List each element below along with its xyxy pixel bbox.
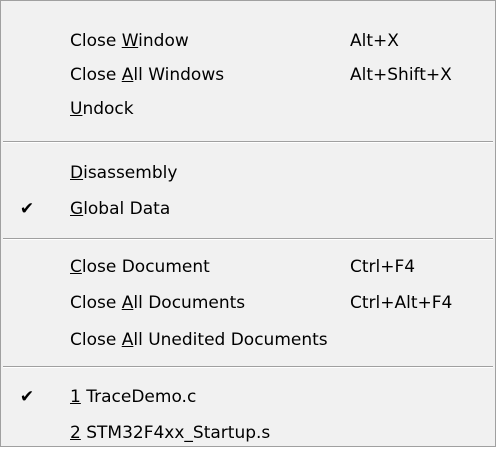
checkmark-icon: ✔ — [19, 199, 35, 219]
menu-item-close-all-documents[interactable]: Close All Documents Ctrl+Alt+F4 — [1, 286, 495, 320]
menu-item-label: Close All Unedited Documents — [70, 330, 328, 350]
menu-item-close-document[interactable]: Close Document Ctrl+F4 — [1, 250, 495, 284]
menu-item-shortcut: Alt+Shift+X — [350, 65, 452, 85]
menu-separator — [3, 141, 493, 143]
menu-separator — [3, 238, 493, 240]
menu-item-recent-file-1[interactable]: ✔ 1 TraceDemo.c — [1, 380, 495, 414]
menu-item-shortcut: Ctrl+Alt+F4 — [350, 293, 453, 313]
menu-item-close-all-unedited-documents[interactable]: Close All Unedited Documents — [1, 323, 495, 357]
menu-separator — [3, 366, 493, 368]
menu-item-recent-file-2[interactable]: 2 STM32F4xx_Startup.s — [1, 416, 495, 450]
checkmark-icon: ✔ — [19, 387, 35, 407]
menu-item-close-all-windows[interactable]: Close All Windows Alt+Shift+X — [1, 58, 495, 92]
menu-item-label: Close Window — [70, 31, 189, 51]
menu-item-disassembly[interactable]: Disassembly — [1, 156, 495, 190]
menu-item-label: Close Document — [70, 257, 210, 277]
context-menu: Close Window Alt+X Close All Windows Alt… — [0, 0, 496, 447]
menu-item-shortcut: Ctrl+F4 — [350, 257, 416, 277]
menu-item-close-window[interactable]: Close Window Alt+X — [1, 24, 495, 58]
menu-item-label: Disassembly — [70, 163, 178, 183]
menu-item-label: Close All Documents — [70, 293, 246, 313]
menu-item-shortcut: Alt+X — [350, 31, 399, 51]
menu-item-label: 2 STM32F4xx_Startup.s — [70, 423, 271, 443]
menu-item-label: Global Data — [70, 199, 171, 219]
menu-item-label: 1 TraceDemo.c — [70, 387, 197, 407]
menu-item-undock[interactable]: Undock — [1, 92, 495, 126]
menu-item-label: Close All Windows — [70, 65, 225, 85]
menu-item-global-data[interactable]: ✔ Global Data — [1, 192, 495, 226]
menu-item-label: Undock — [70, 99, 134, 119]
